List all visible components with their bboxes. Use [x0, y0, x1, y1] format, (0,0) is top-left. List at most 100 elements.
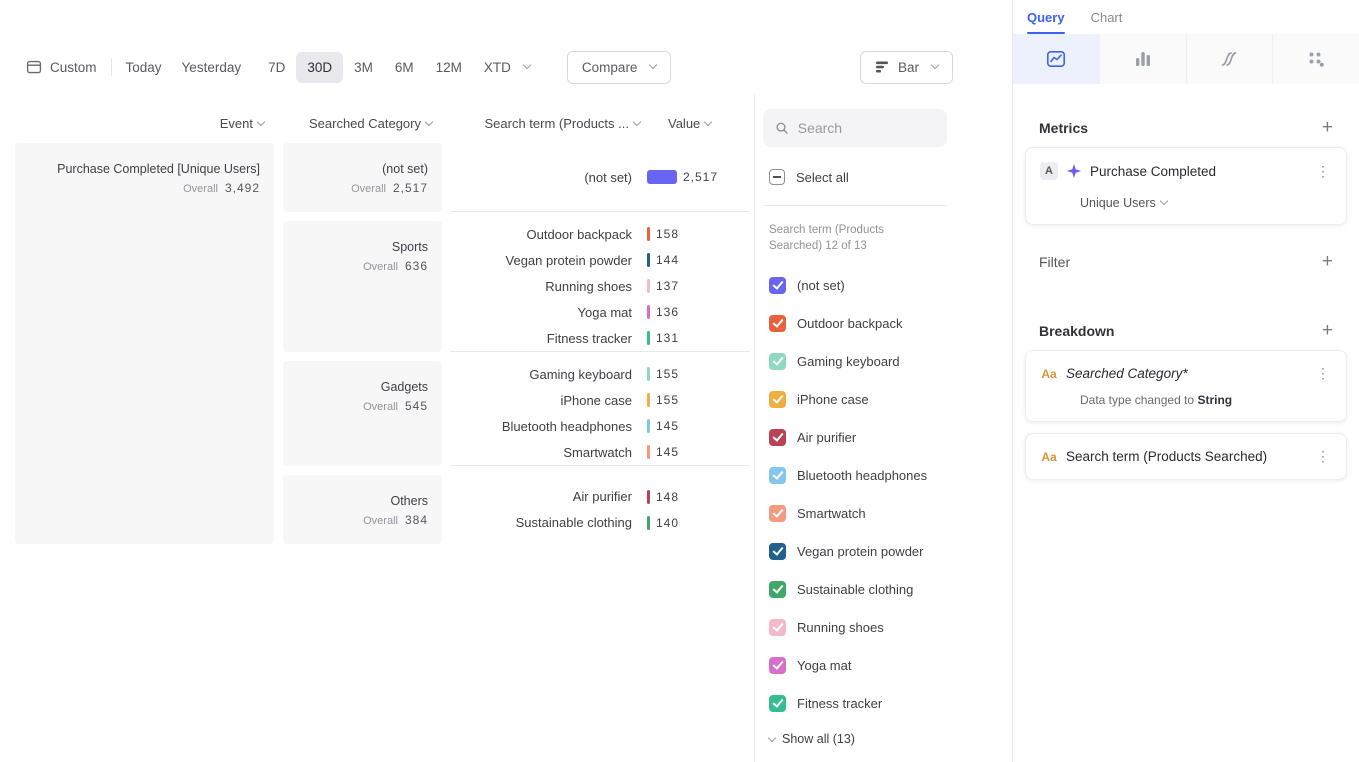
value-label: 136 — [656, 305, 679, 319]
chevron-down-icon — [523, 61, 531, 69]
value-bar — [647, 367, 650, 381]
category-group: SportsOverall636 Outdoor backpack158Vegan… — [283, 221, 750, 352]
category-cell[interactable]: OthersOverall384 — [283, 475, 442, 544]
segment-filter-item[interactable]: Outdoor backpack — [763, 304, 1012, 342]
term-row[interactable]: Fitness tracker131 — [450, 325, 750, 351]
term-row[interactable]: Yoga mat136 — [450, 299, 750, 325]
chart-type-select[interactable]: Bar — [860, 51, 953, 84]
segment-checkbox[interactable] — [769, 657, 786, 674]
term-row[interactable]: Running shoes137 — [450, 273, 750, 299]
tab-chart[interactable]: Chart — [1091, 0, 1123, 34]
select-all-row[interactable]: Select all — [769, 169, 1012, 185]
flows-icon — [1219, 49, 1239, 69]
search-input[interactable] — [798, 120, 935, 136]
term-row[interactable]: Vegan protein powder144 — [450, 247, 750, 273]
event-cell[interactable]: Purchase Completed [Unique Users] Overal… — [15, 143, 274, 544]
search-box[interactable] — [763, 109, 947, 147]
term-row[interactable]: Outdoor backpack158 — [450, 221, 750, 247]
add-breakdown-button[interactable]: + — [1322, 323, 1333, 339]
term-label: Fitness tracker — [450, 331, 632, 346]
term-label: Sustainable clothing — [450, 515, 632, 530]
report-type-tabs — [1013, 34, 1359, 84]
report-type-funnels[interactable] — [1100, 34, 1187, 84]
segment-filter-item[interactable]: Vegan protein powder — [763, 532, 1012, 570]
add-metric-button[interactable]: + — [1322, 120, 1333, 136]
chevron-down-icon — [931, 61, 939, 69]
report-type-insights[interactable] — [1013, 34, 1100, 84]
segment-filter-item[interactable]: Yoga mat — [763, 646, 1012, 684]
segment-checkbox[interactable] — [769, 619, 786, 636]
segment-checkbox[interactable] — [769, 467, 786, 484]
measure-select[interactable]: Unique Users — [1080, 196, 1332, 210]
column-header-search-term[interactable]: Search term (Products ... — [450, 116, 640, 131]
report-type-flows[interactable] — [1187, 34, 1274, 84]
term-row[interactable]: Air purifier148 — [450, 484, 750, 510]
segment-filter-item[interactable]: Gaming keyboard — [763, 342, 1012, 380]
segment-filter-item[interactable]: Air purifier — [763, 418, 1012, 456]
term-row[interactable]: Smartwatch145 — [450, 439, 750, 465]
segment-label: Sustainable clothing — [797, 582, 913, 597]
category-cell[interactable]: (not set)Overall2,517 — [283, 143, 442, 212]
filter-subtitle: Search term (Products Searched) 12 of 13 — [769, 222, 937, 254]
segment-filter-item[interactable]: Sustainable clothing — [763, 570, 1012, 608]
segment-checkbox[interactable] — [769, 543, 786, 560]
compare-button[interactable]: Compare — [567, 51, 672, 84]
term-row[interactable]: Sustainable clothing140 — [450, 510, 750, 536]
value-label: 2,517 — [683, 170, 718, 184]
range-30d[interactable]: 30D — [296, 52, 343, 83]
segment-filter-item[interactable]: (not set) — [763, 266, 1012, 304]
breakdown-table: Purchase Completed [Unique Users] Overal… — [15, 143, 750, 544]
term-label: (not set) — [450, 170, 632, 185]
value-bar — [647, 419, 650, 433]
segment-checkbox[interactable] — [769, 581, 786, 598]
term-row[interactable]: (not set) 2,517 — [450, 164, 750, 190]
segment-filter-item[interactable]: iPhone case — [763, 380, 1012, 418]
breakdown-menu-button[interactable]: ⋮ — [1314, 365, 1332, 382]
segment-checkbox[interactable] — [769, 353, 786, 370]
category-name: Others — [297, 493, 428, 510]
column-header-value[interactable]: Value — [648, 116, 711, 131]
range-12m[interactable]: 12M — [425, 52, 473, 83]
add-filter-button[interactable]: + — [1322, 254, 1333, 270]
filter-section-header: Filter + — [1039, 254, 1333, 270]
panel-tabs: Query Chart — [1013, 0, 1359, 34]
term-row[interactable]: Gaming keyboard155 — [450, 361, 750, 387]
custom-label: Custom — [50, 60, 97, 75]
funnels-icon — [1133, 49, 1153, 69]
metric-menu-button[interactable]: ⋮ — [1314, 163, 1332, 180]
category-cell[interactable]: SportsOverall636 — [283, 221, 442, 352]
segment-checkbox[interactable] — [769, 277, 786, 294]
breakdown-menu-button[interactable]: ⋮ — [1314, 448, 1332, 465]
range-6m[interactable]: 6M — [384, 52, 425, 83]
segment-checkbox[interactable] — [769, 695, 786, 712]
breakdown-card[interactable]: Aa Search term (Products Searched) ⋮ — [1025, 433, 1347, 480]
segment-filter-item[interactable]: Running shoes — [763, 608, 1012, 646]
segment-filter-item[interactable]: Bluetooth headphones — [763, 456, 1012, 494]
segment-checkbox[interactable] — [769, 315, 786, 332]
yesterday-button[interactable]: Yesterday — [172, 52, 252, 83]
report-type-retention[interactable] — [1273, 34, 1359, 84]
report-toolbar: Custom Today Yesterday 7D 30D 3M 6M 12M … — [16, 48, 996, 86]
term-row[interactable]: iPhone case155 — [450, 387, 750, 413]
segment-filter-item[interactable]: Fitness tracker — [763, 684, 1012, 722]
custom-date-button[interactable]: Custom — [16, 51, 107, 83]
range-7d[interactable]: 7D — [257, 52, 296, 83]
term-row[interactable]: Bluetooth headphones145 — [450, 413, 750, 439]
range-xtd[interactable]: XTD — [473, 52, 541, 83]
today-button[interactable]: Today — [116, 52, 172, 83]
category-name: (not set) — [297, 161, 428, 178]
range-3m[interactable]: 3M — [343, 52, 384, 83]
tab-query[interactable]: Query — [1027, 0, 1065, 34]
show-all-toggle[interactable]: Show all (13) — [769, 732, 1012, 746]
segment-checkbox[interactable] — [769, 505, 786, 522]
column-header-category[interactable]: Searched Category — [283, 116, 442, 131]
segment-checkbox[interactable] — [769, 429, 786, 446]
breakdown-card[interactable]: Aa Searched Category* ⋮ Data type change… — [1025, 350, 1347, 422]
metric-card[interactable]: A Purchase Completed ⋮ Unique Users — [1025, 147, 1347, 225]
column-header-event[interactable]: Event — [15, 116, 274, 131]
chevron-down-icon — [257, 117, 265, 125]
select-all-checkbox[interactable] — [769, 169, 785, 185]
segment-checkbox[interactable] — [769, 391, 786, 408]
category-cell[interactable]: GadgetsOverall545 — [283, 361, 442, 466]
segment-filter-item[interactable]: Smartwatch — [763, 494, 1012, 532]
